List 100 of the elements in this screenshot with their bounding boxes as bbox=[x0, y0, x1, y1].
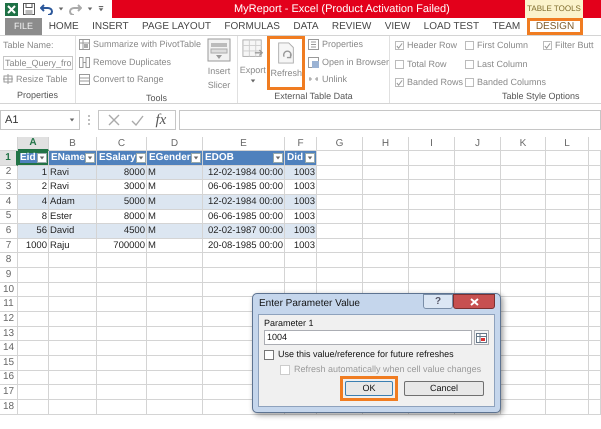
empty-cell[interactable] bbox=[18, 341, 49, 356]
ribbon-tab[interactable]: FORMULAS bbox=[221, 18, 283, 35]
empty-cell[interactable] bbox=[147, 253, 203, 268]
checkbox[interactable] bbox=[465, 41, 474, 50]
empty-cell[interactable] bbox=[147, 326, 203, 342]
empty-cell[interactable] bbox=[97, 326, 147, 342]
empty-cell[interactable] bbox=[546, 268, 589, 283]
column-header[interactable]: L bbox=[546, 137, 589, 151]
parameter-value-field[interactable]: 1004 bbox=[264, 330, 472, 345]
ribbon-command[interactable]: Properties bbox=[308, 38, 389, 52]
empty-cell[interactable] bbox=[546, 224, 589, 239]
spreadsheet-icon[interactable] bbox=[5, 2, 18, 16]
cancel-icon[interactable] bbox=[108, 114, 120, 126]
empty-cell[interactable] bbox=[589, 268, 601, 283]
empty-cell[interactable] bbox=[363, 166, 409, 180]
empty-cell[interactable] bbox=[455, 224, 501, 239]
empty-cell[interactable] bbox=[501, 268, 546, 283]
filter-button[interactable] bbox=[191, 152, 201, 163]
empty-cell[interactable] bbox=[501, 253, 546, 268]
row-header[interactable]: 10 bbox=[0, 282, 18, 298]
select-all-button[interactable] bbox=[0, 137, 18, 151]
empty-cell[interactable] bbox=[589, 282, 601, 298]
empty-cell[interactable] bbox=[501, 151, 546, 166]
empty-cell[interactable] bbox=[501, 166, 546, 180]
ribbon-tab[interactable]: LOAD TEST bbox=[420, 18, 482, 35]
dialog-button[interactable]: Cancel bbox=[404, 381, 484, 396]
column-header[interactable]: H bbox=[363, 137, 409, 151]
empty-cell[interactable] bbox=[546, 356, 589, 371]
empty-cell[interactable] bbox=[546, 370, 589, 386]
empty-cell[interactable] bbox=[97, 282, 147, 298]
empty-cell[interactable] bbox=[546, 238, 589, 254]
empty-cell[interactable] bbox=[317, 268, 363, 283]
name-box[interactable]: A1 bbox=[0, 110, 80, 130]
help-button[interactable]: ? bbox=[423, 294, 453, 309]
empty-cell[interactable] bbox=[49, 356, 97, 371]
checkbox[interactable] bbox=[395, 78, 404, 88]
empty-cell[interactable] bbox=[589, 385, 601, 400]
empty-cell[interactable] bbox=[147, 312, 203, 327]
empty-cell[interactable] bbox=[49, 400, 97, 415]
empty-cell[interactable] bbox=[97, 356, 147, 371]
checkbox[interactable] bbox=[543, 41, 552, 50]
empty-cell[interactable] bbox=[363, 224, 409, 239]
empty-cell[interactable] bbox=[546, 400, 589, 415]
empty-cell[interactable] bbox=[97, 341, 147, 356]
row-header[interactable]: 12 bbox=[0, 312, 18, 327]
empty-cell[interactable] bbox=[49, 312, 97, 327]
ribbon-tab[interactable]: FILE bbox=[5, 18, 42, 35]
empty-cell[interactable] bbox=[18, 400, 49, 415]
empty-cell[interactable] bbox=[589, 400, 601, 415]
ribbon-tab[interactable]: VIEW bbox=[382, 18, 414, 35]
filter-button[interactable] bbox=[37, 152, 47, 163]
empty-cell[interactable] bbox=[546, 180, 589, 195]
empty-cell[interactable] bbox=[97, 268, 147, 283]
empty-cell[interactable] bbox=[546, 166, 589, 180]
empty-cell[interactable] bbox=[147, 341, 203, 356]
caret-icon[interactable] bbox=[87, 6, 93, 12]
empty-cell[interactable] bbox=[501, 210, 546, 224]
row-header[interactable]: 1 bbox=[0, 151, 18, 166]
empty-cell[interactable] bbox=[589, 224, 601, 239]
column-header[interactable]: G bbox=[317, 137, 363, 151]
filter-button[interactable] bbox=[136, 152, 146, 163]
checkbox[interactable] bbox=[465, 60, 474, 69]
empty-cell[interactable] bbox=[285, 268, 317, 283]
empty-cell[interactable] bbox=[501, 238, 546, 254]
empty-cell[interactable] bbox=[18, 268, 49, 283]
column-header[interactable]: J bbox=[455, 137, 501, 151]
empty-cell[interactable] bbox=[97, 400, 147, 415]
empty-cell[interactable] bbox=[49, 385, 97, 400]
column-header[interactable]: K bbox=[501, 137, 546, 151]
empty-cell[interactable] bbox=[49, 282, 97, 298]
empty-cell[interactable] bbox=[589, 356, 601, 371]
close-button[interactable] bbox=[453, 294, 495, 309]
empty-cell[interactable] bbox=[317, 253, 363, 268]
empty-cell[interactable] bbox=[455, 180, 501, 195]
empty-cell[interactable] bbox=[18, 385, 49, 400]
checkbox[interactable] bbox=[395, 41, 404, 50]
checkbox[interactable] bbox=[264, 350, 274, 360]
empty-cell[interactable] bbox=[455, 268, 501, 283]
empty-cell[interactable] bbox=[147, 268, 203, 283]
row-header[interactable]: 16 bbox=[0, 370, 18, 386]
formula-input[interactable] bbox=[179, 110, 601, 130]
empty-cell[interactable] bbox=[455, 210, 501, 224]
empty-cell[interactable] bbox=[546, 326, 589, 342]
empty-cell[interactable] bbox=[363, 180, 409, 195]
row-header[interactable]: 13 bbox=[0, 326, 18, 342]
enter-icon[interactable] bbox=[131, 114, 144, 126]
customize-caret-icon[interactable] bbox=[98, 5, 104, 13]
empty-cell[interactable] bbox=[455, 166, 501, 180]
empty-cell[interactable] bbox=[589, 210, 601, 224]
empty-cell[interactable] bbox=[589, 297, 601, 312]
row-header[interactable]: 15 bbox=[0, 356, 18, 371]
checkbox[interactable] bbox=[465, 78, 474, 88]
insert-function-button[interactable]: fx bbox=[155, 108, 166, 132]
empty-cell[interactable] bbox=[589, 312, 601, 327]
row-header[interactable]: 8 bbox=[0, 253, 18, 268]
row-header[interactable]: 14 bbox=[0, 341, 18, 356]
empty-cell[interactable] bbox=[409, 151, 455, 166]
empty-cell[interactable] bbox=[363, 151, 409, 166]
empty-cell[interactable] bbox=[18, 282, 49, 298]
empty-cell[interactable] bbox=[589, 194, 601, 210]
